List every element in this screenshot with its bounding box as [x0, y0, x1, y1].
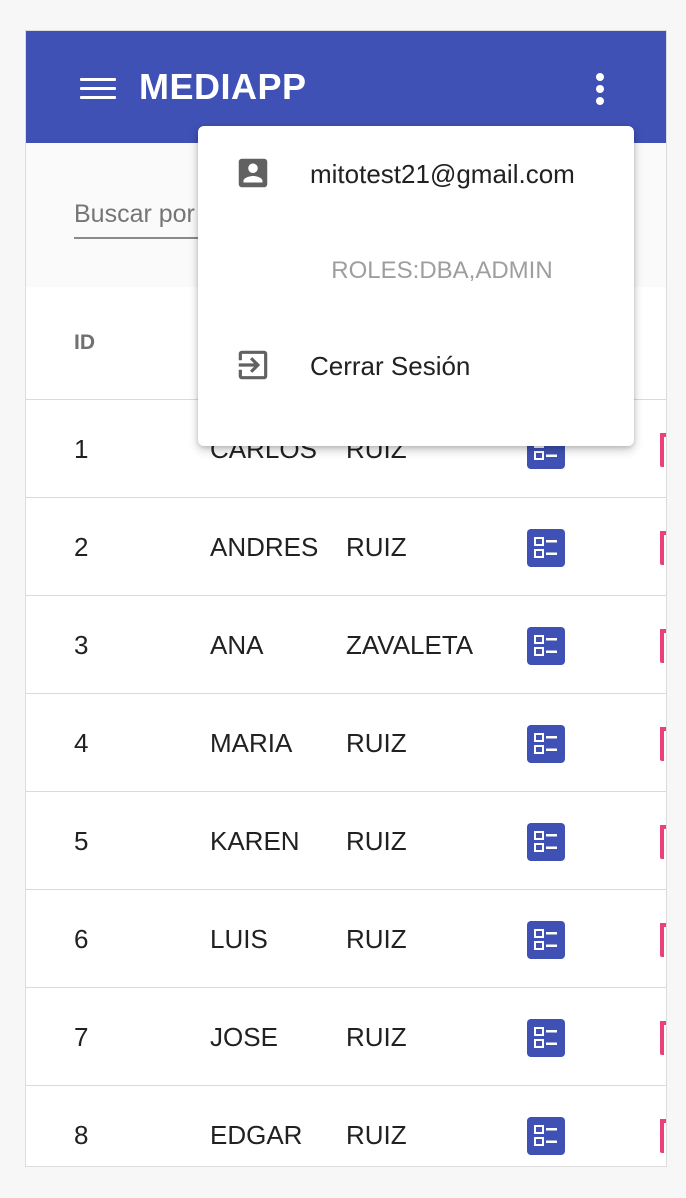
cell-id: 8: [74, 1120, 89, 1150]
table-row: 4 MARIA RUIZ: [26, 694, 666, 792]
table-row: 8 EDGAR RUIZ: [26, 1086, 666, 1166]
more-vert-icon[interactable]: [590, 71, 610, 107]
delete-icon[interactable]: [660, 825, 666, 861]
delete-icon[interactable]: [660, 1119, 666, 1155]
cell-id: 1: [74, 434, 89, 464]
list-alt-icon: [534, 635, 557, 656]
cell-nombre: LUIS: [210, 924, 268, 954]
list-alt-icon: [534, 929, 557, 950]
table-row: 2 ANDRES RUIZ: [26, 498, 666, 596]
cell-id: 3: [74, 630, 89, 660]
cell-nombre: JOSE: [210, 1022, 278, 1052]
header-id[interactable]: ID: [74, 331, 95, 355]
edit-button[interactable]: [527, 627, 565, 665]
cell-apellido: RUIZ: [346, 1022, 407, 1052]
list-alt-icon: [534, 1027, 557, 1048]
edit-button[interactable]: [527, 1117, 565, 1155]
cell-nombre: MARIA: [210, 728, 293, 758]
logout-label: Cerrar Sesión: [310, 351, 471, 381]
cell-apellido: RUIZ: [346, 924, 407, 954]
cell-id: 2: [74, 532, 89, 562]
cell-id: 5: [74, 826, 89, 856]
cell-apellido: RUIZ: [346, 1120, 407, 1150]
exit-to-app-icon: [238, 350, 268, 380]
cell-apellido: RUIZ: [346, 728, 407, 758]
user-email-item[interactable]: mitotest21@gmail.com: [198, 126, 634, 222]
cell-id: 4: [74, 728, 89, 758]
table-row: 5 KAREN RUIZ: [26, 792, 666, 890]
app-title: MEDIAPP: [139, 66, 307, 107]
cell-apellido: RUIZ: [346, 532, 407, 562]
edit-button[interactable]: [527, 921, 565, 959]
cell-nombre: KAREN: [210, 826, 300, 856]
list-alt-icon: [534, 733, 557, 754]
user-roles: ROLES:DBA,ADMIN: [331, 257, 553, 284]
edit-button[interactable]: [527, 1019, 565, 1057]
cell-apellido: RUIZ: [346, 826, 407, 856]
delete-icon[interactable]: [660, 531, 666, 567]
delete-icon[interactable]: [660, 1021, 666, 1057]
delete-icon[interactable]: [660, 727, 666, 763]
delete-icon[interactable]: [660, 923, 666, 959]
hamburger-menu-icon[interactable]: [80, 76, 116, 102]
logout-item[interactable]: Cerrar Sesión: [198, 318, 634, 414]
table-row: 3 ANA ZAVALETA: [26, 596, 666, 694]
account-box-icon: [238, 158, 268, 188]
cell-nombre: EDGAR: [210, 1120, 303, 1150]
edit-button[interactable]: [527, 823, 565, 861]
table-body: 1 CARLOS RUIZ 2 ANDRES RUIZ 3 ANA ZAVALETA 4 MARIA…: [26, 400, 666, 1166]
cell-apellido: ZAVALETA: [346, 630, 474, 660]
delete-icon[interactable]: [660, 433, 666, 469]
cell-id: 6: [74, 924, 89, 954]
cell-nombre: ANDRES: [210, 532, 319, 562]
list-alt-icon: [534, 537, 557, 558]
table-row: 6 LUIS RUIZ: [26, 890, 666, 988]
cell-id: 7: [74, 1022, 89, 1052]
list-alt-icon: [534, 1125, 557, 1146]
table-row: 7 JOSE RUIZ: [26, 988, 666, 1086]
edit-button[interactable]: [527, 529, 565, 567]
user-menu: mitotest21@gmail.com ROLES:DBA,ADMIN Cer…: [198, 126, 634, 446]
list-alt-icon: [534, 831, 557, 852]
delete-icon[interactable]: [660, 629, 666, 665]
user-email: mitotest21@gmail.com: [310, 159, 575, 189]
cell-nombre: ANA: [210, 630, 264, 660]
edit-button[interactable]: [527, 725, 565, 763]
